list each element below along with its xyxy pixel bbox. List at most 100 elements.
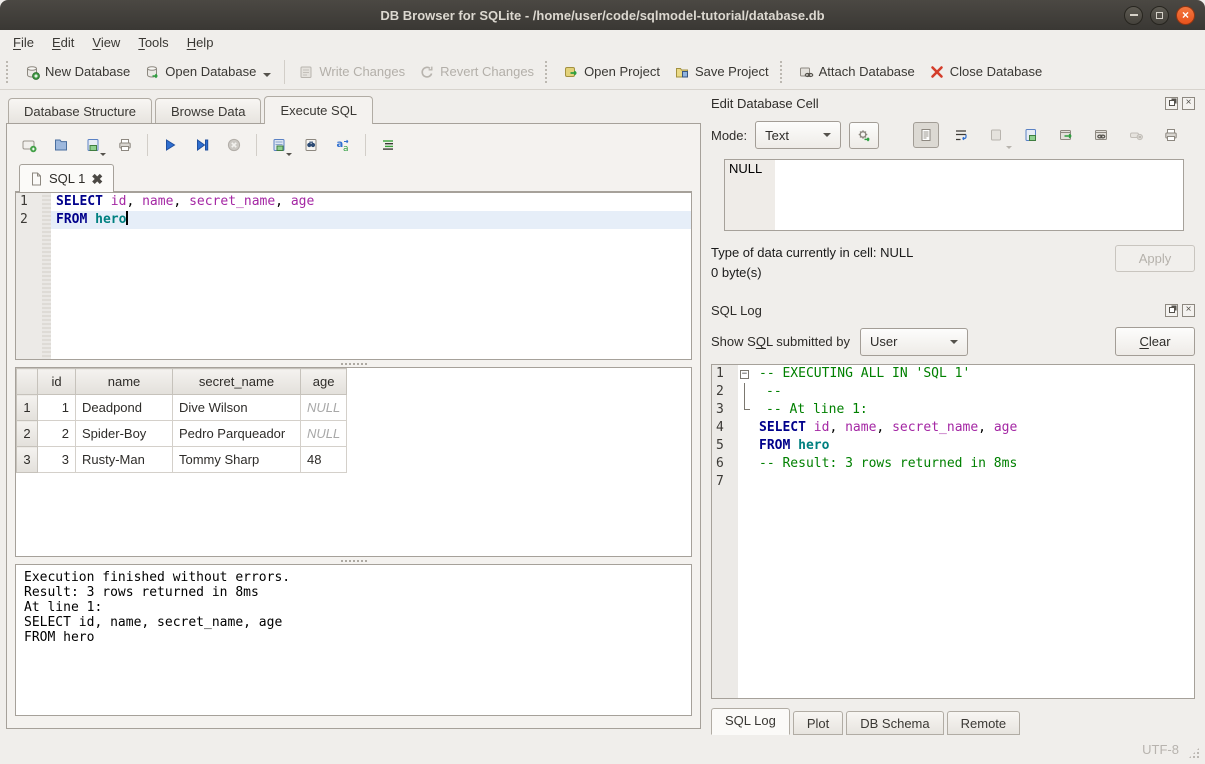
word-wrap-button[interactable] xyxy=(948,122,974,148)
save-results-dropdown-icon[interactable] xyxy=(286,153,292,156)
export-cell-button[interactable] xyxy=(1053,122,1079,148)
tab-remote[interactable]: Remote xyxy=(947,711,1021,735)
minimize-button[interactable] xyxy=(1124,6,1143,25)
cell-secret-name[interactable]: Dive Wilson xyxy=(173,395,301,421)
tab-browse-data[interactable]: Browse Data xyxy=(155,98,261,123)
row-header[interactable]: 1 xyxy=(17,395,38,421)
sql-log-float-button[interactable] xyxy=(1165,304,1178,317)
text-mode-button[interactable] xyxy=(913,122,939,148)
sql1-tab-close-icon[interactable]: ✖ xyxy=(91,172,103,186)
table-row[interactable]: 1 1 Deadpond Dive Wilson NULL xyxy=(17,395,347,421)
save-cell-button[interactable] xyxy=(1018,122,1044,148)
open-database-dropdown-icon[interactable] xyxy=(263,73,271,77)
attach-database-button[interactable]: Attach Database xyxy=(791,61,922,83)
table-row[interactable]: 3 3 Rusty-Man Tommy Sharp 48 xyxy=(17,447,347,473)
save-results-button[interactable] xyxy=(269,135,289,155)
execution-message-box[interactable]: Execution finished without errors. Resul… xyxy=(15,564,692,716)
new-tab-button[interactable] xyxy=(19,135,39,155)
cell-secret-name[interactable]: Tommy Sharp xyxy=(173,447,301,473)
cell-id[interactable]: 1 xyxy=(38,395,76,421)
cell-secret-name[interactable]: Pedro Parqueador xyxy=(173,421,301,447)
find-replace-button[interactable] xyxy=(301,135,321,155)
menu-tools[interactable]: Tools xyxy=(129,32,177,53)
editor-line-current[interactable]: 2 FROM hero xyxy=(16,211,691,229)
cell-name[interactable]: Spider-Boy xyxy=(76,421,173,447)
sql1-tab[interactable]: SQL 1 ✖ xyxy=(19,164,114,192)
save-project-button[interactable]: Save Project xyxy=(667,61,776,83)
sql-identifier: secret_name xyxy=(189,194,275,209)
menu-help[interactable]: Help xyxy=(178,32,223,53)
fold-collapse-icon[interactable]: − xyxy=(740,370,749,379)
write-changes-button[interactable]: Write Changes xyxy=(291,61,412,83)
column-header-name[interactable]: name xyxy=(76,369,173,395)
editor-results-splitter[interactable] xyxy=(15,360,692,367)
print-cell-button[interactable] xyxy=(1158,122,1184,148)
code-line: -- xyxy=(754,383,1194,401)
menu-view[interactable]: View xyxy=(83,32,129,53)
results-grid[interactable]: id name secret_name age 1 1 Deadpond Div… xyxy=(15,367,692,557)
toolbar-drag-handle[interactable] xyxy=(6,61,13,83)
toolbar-drag-handle[interactable] xyxy=(545,61,552,83)
row-header[interactable]: 3 xyxy=(17,447,38,473)
open-project-button[interactable]: Open Project xyxy=(556,61,667,83)
cell-id[interactable]: 2 xyxy=(38,421,76,447)
sql-log-close-button[interactable]: × xyxy=(1182,304,1195,317)
stop-button[interactable] xyxy=(224,135,244,155)
execute-all-button[interactable] xyxy=(160,135,180,155)
tab-sql-log[interactable]: SQL Log xyxy=(711,708,790,735)
line-number: 3 xyxy=(712,401,738,419)
title-bar[interactable]: DB Browser for SQLite - /home/user/code/… xyxy=(0,0,1205,30)
sql-log-editor[interactable]: 1 − -- EXECUTING ALL IN 'SQL 1' 2 -- 3 -… xyxy=(711,364,1195,699)
menu-edit[interactable]: Edit xyxy=(43,32,83,53)
autocomplete-button[interactable]: a a xyxy=(333,135,353,155)
cell-age[interactable]: 48 xyxy=(301,447,347,473)
sql-editor[interactable]: 1 SELECT id, name, secret_name, age 2 FR… xyxy=(15,192,692,360)
cell-name[interactable]: Rusty-Man xyxy=(76,447,173,473)
cell-value-editor[interactable]: NULL xyxy=(724,159,1184,231)
revert-changes-button[interactable]: Revert Changes xyxy=(412,61,541,83)
maximize-button[interactable] xyxy=(1150,6,1169,25)
mode-select[interactable]: Text xyxy=(755,121,841,149)
save-sql-file-button[interactable] xyxy=(83,135,103,155)
print-button[interactable] xyxy=(115,135,135,155)
tab-database-structure[interactable]: Database Structure xyxy=(8,98,152,123)
format-sql-button[interactable] xyxy=(378,135,398,155)
sql-toolbar-separator xyxy=(365,134,366,156)
submitter-select[interactable]: User xyxy=(860,328,968,356)
clear-log-button[interactable]: Clear xyxy=(1115,327,1195,356)
execute-current-line-button[interactable] xyxy=(192,135,212,155)
open-sql-file-button[interactable] xyxy=(51,135,71,155)
remove-value-icon xyxy=(1128,127,1144,143)
toolbar-drag-handle[interactable] xyxy=(780,61,787,83)
link-data-button[interactable] xyxy=(1088,122,1114,148)
save-sql-dropdown-icon[interactable] xyxy=(100,153,106,156)
close-button[interactable]: × xyxy=(1176,6,1195,25)
new-database-button[interactable]: New Database xyxy=(17,61,137,83)
menu-file[interactable]: File xyxy=(4,32,43,53)
row-header[interactable]: 2 xyxy=(17,421,38,447)
tab-db-schema[interactable]: DB Schema xyxy=(846,711,943,735)
cell-id[interactable]: 3 xyxy=(38,447,76,473)
cell-name[interactable]: Deadpond xyxy=(76,395,173,421)
open-database-button[interactable]: Open Database xyxy=(137,61,278,83)
tab-plot[interactable]: Plot xyxy=(793,711,843,735)
corner-header[interactable] xyxy=(17,369,38,395)
edit-cell-close-button[interactable]: × xyxy=(1182,97,1195,110)
results-message-splitter[interactable] xyxy=(15,557,692,564)
column-header-id[interactable]: id xyxy=(38,369,76,395)
results-header-row: id name secret_name age xyxy=(17,369,347,395)
import-file-button[interactable] xyxy=(983,122,1009,148)
set-null-button[interactable] xyxy=(1123,122,1149,148)
import-data-button[interactable] xyxy=(849,122,879,149)
resize-grip[interactable] xyxy=(1188,747,1200,759)
tab-execute-sql[interactable]: Execute SQL xyxy=(264,96,373,124)
apply-button[interactable]: Apply xyxy=(1115,245,1195,272)
close-database-button[interactable]: Close Database xyxy=(922,61,1050,83)
edit-cell-float-button[interactable] xyxy=(1165,97,1178,110)
table-row[interactable]: 2 2 Spider-Boy Pedro Parqueador NULL xyxy=(17,421,347,447)
cell-age[interactable]: NULL xyxy=(301,421,347,447)
column-header-secret-name[interactable]: secret_name xyxy=(173,369,301,395)
cell-age[interactable]: NULL xyxy=(301,395,347,421)
column-header-age[interactable]: age xyxy=(301,369,347,395)
editor-line[interactable]: 1 SELECT id, name, secret_name, age xyxy=(16,193,691,211)
